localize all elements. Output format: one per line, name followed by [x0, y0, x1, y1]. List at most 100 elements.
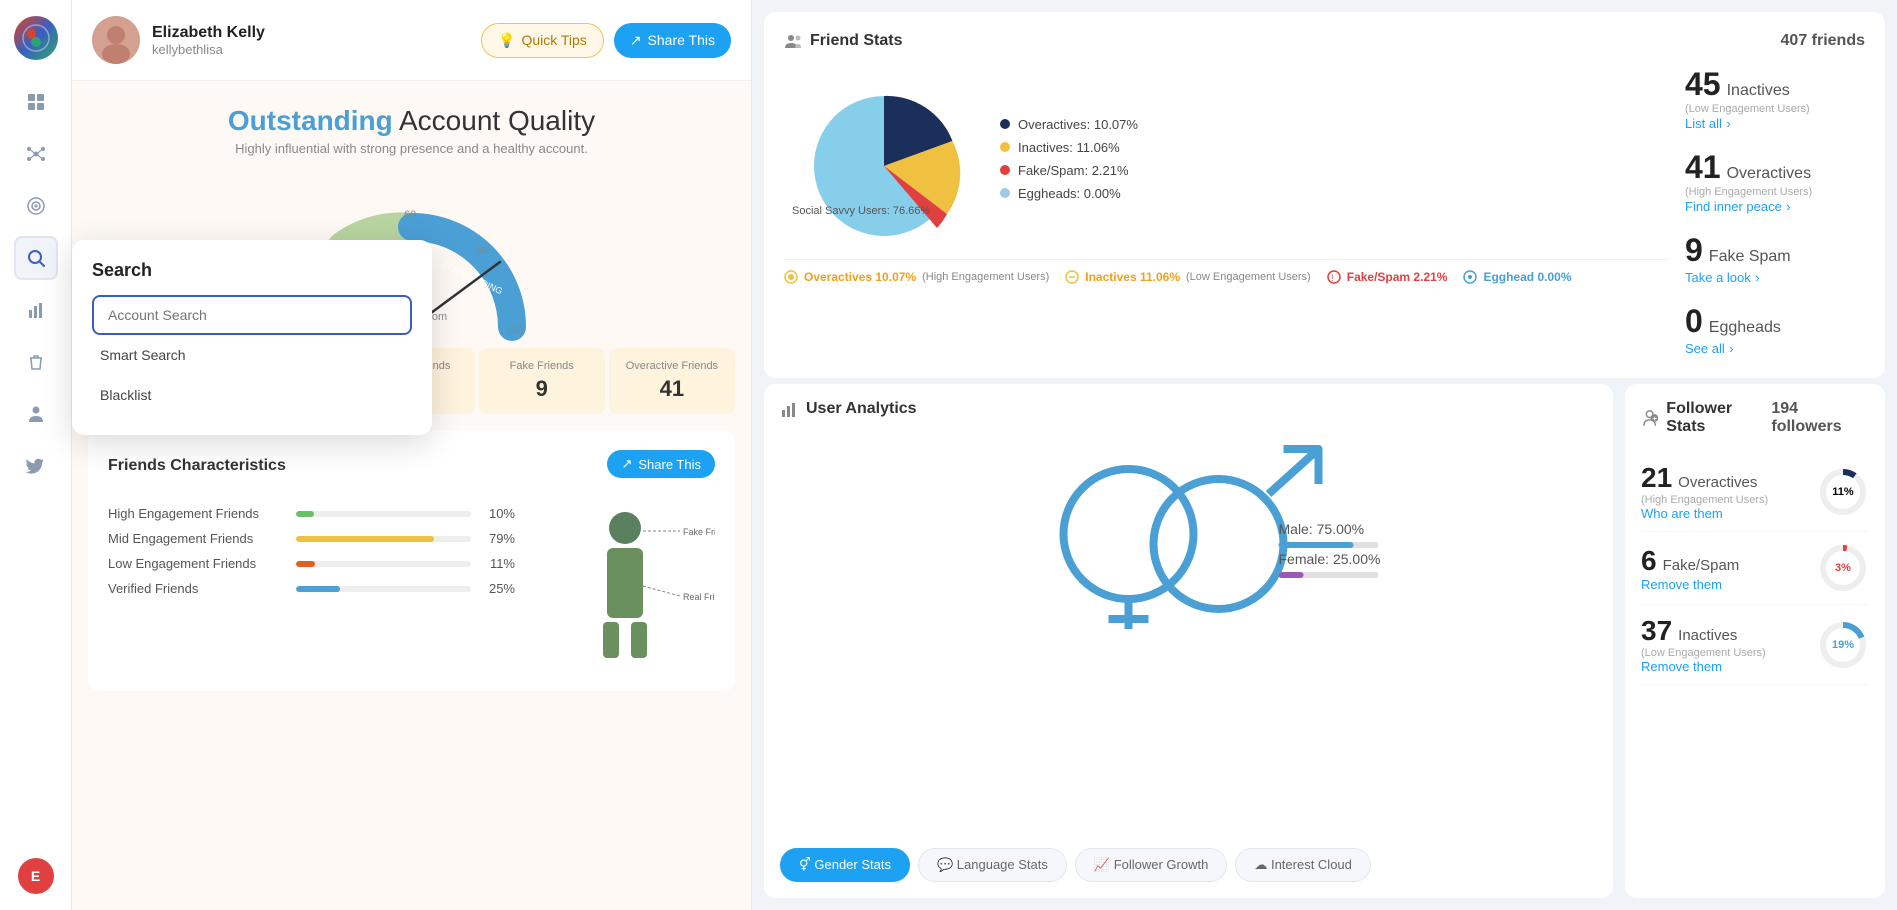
- bar-label-low: Low Engagement Friends: [108, 556, 288, 571]
- follower-row-overactives: 21 Overactives (High Engagement Users) W…: [1641, 452, 1869, 532]
- quick-tips-label: Quick Tips: [521, 32, 586, 48]
- inactives-link[interactable]: List all: [1685, 116, 1722, 131]
- summary-inactives: Inactives 11.06% (Low Engagement Users): [1065, 270, 1310, 284]
- sidebar-item-search[interactable]: [14, 236, 58, 280]
- friends-icon: [784, 32, 802, 50]
- legend-label-inactives: Inactives: 11.06%: [1018, 140, 1120, 155]
- bar-pct-low: 11%: [479, 556, 515, 571]
- gender-icons-area: Male: 75.00% Female: 25.00%: [780, 434, 1597, 836]
- tab-language-stats[interactable]: 💬 Language Stats: [918, 848, 1067, 882]
- bar-track-mid: [296, 536, 471, 542]
- summary-egghead: Egghead 0.00%: [1463, 270, 1571, 284]
- stat-fake-value: 9: [487, 376, 597, 402]
- fakespam-side-label: Fake Spam: [1709, 248, 1791, 266]
- follower-overactives-link[interactable]: Who are them: [1641, 506, 1768, 521]
- donut-overactives-pct: 11%: [1832, 486, 1853, 498]
- sidebar-item-twitter[interactable]: [14, 444, 58, 488]
- sidebar-item-network[interactable]: [14, 132, 58, 176]
- bar-track-high: [296, 511, 471, 517]
- bar-row-mid: Mid Engagement Friends 79%: [108, 531, 515, 546]
- left-panel: Elizabeth Kelly kellybethlisa 💡 Quick Ti…: [72, 0, 752, 910]
- legend-overactives: Overactives: 10.07%: [1000, 117, 1669, 132]
- header-actions: 💡 Quick Tips ↗ Share This: [481, 23, 731, 58]
- legend-label-fakespam: Fake/Spam: 2.21%: [1018, 163, 1129, 178]
- legend-dot-inactives: [1000, 142, 1010, 152]
- interest-cloud-label: Interest Cloud: [1271, 857, 1352, 872]
- follower-right-overactives: 11%: [1817, 466, 1869, 518]
- follower-fakespam-count: 6: [1641, 545, 1657, 577]
- analytics-icon: [780, 400, 798, 418]
- overactives-side-count: 41: [1685, 149, 1721, 186]
- friend-stats-section: Friend Stats 407 friends: [764, 12, 1885, 378]
- search-item-smart[interactable]: Smart Search: [92, 335, 412, 375]
- follower-fakespam-link[interactable]: Remove them: [1641, 577, 1739, 592]
- overactives-sub: (High Engagement Users): [922, 271, 1049, 283]
- svg-text:Social Savvy Users: 76.66%: Social Savvy Users: 76.66%: [792, 205, 930, 217]
- follower-stats-title: + Follower Stats: [1641, 400, 1771, 436]
- follower-overactives-sub: (High Engagement Users): [1641, 494, 1768, 506]
- share-icon-small: ↗: [621, 456, 632, 472]
- gender-stats-label: Gender Stats: [814, 857, 891, 872]
- follower-row-fakespam: 6 Fake/Spam Remove them 3%: [1641, 532, 1869, 605]
- svg-text:80: 80: [476, 245, 488, 257]
- right-panel: Friend Stats 407 friends: [752, 0, 1897, 910]
- eggheads-link[interactable]: See all: [1685, 341, 1725, 356]
- follower-left-fakespam: 6 Fake/Spam Remove them: [1641, 545, 1739, 592]
- summary-overactives: Overactives 10.07% (High Engagement User…: [784, 270, 1049, 284]
- blacklist-label: Blacklist: [100, 387, 151, 403]
- friend-stats-header: Friend Stats 407 friends: [784, 32, 1865, 50]
- sidebar-item-chart[interactable]: [14, 288, 58, 332]
- legend-eggheads: Eggheads: 0.00%: [1000, 186, 1669, 201]
- follower-stats-header: + Follower Stats 194 followers: [1641, 400, 1869, 436]
- sidebar-item-trash[interactable]: [14, 340, 58, 384]
- quality-subtitle: Highly influential with strong presence …: [92, 141, 731, 156]
- friends-share-button[interactable]: ↗ Share This: [607, 450, 715, 478]
- share-this-header-button[interactable]: ↗ Share This: [614, 23, 731, 58]
- friend-stats-title: Friend Stats: [784, 32, 902, 50]
- follower-stats-section: + Follower Stats 194 followers 21 Overac…: [1625, 384, 1885, 898]
- donut-fakespam: 3%: [1817, 542, 1869, 594]
- legend-label-eggheads: Eggheads: 0.00%: [1018, 186, 1121, 201]
- svg-text:!: !: [1331, 273, 1334, 283]
- bar-fill-mid: [296, 536, 434, 542]
- sidebar-item-target[interactable]: [14, 184, 58, 228]
- fakespam-side-count: 9: [1685, 232, 1703, 269]
- user-analytics-section: User Analytics: [764, 384, 1613, 898]
- tab-gender-stats[interactable]: ⚥ Gender Stats: [780, 848, 910, 882]
- account-search-input[interactable]: [92, 295, 412, 335]
- analytics-body: Male: 75.00% Female: 25.00%: [780, 434, 1597, 836]
- share-this-header-label: Share This: [648, 32, 715, 48]
- tab-interest-cloud[interactable]: ☁ Interest Cloud: [1235, 848, 1371, 882]
- search-item-blacklist[interactable]: Blacklist: [92, 375, 412, 415]
- app-logo[interactable]: [14, 16, 58, 60]
- friend-stats-count: 407 friends: [1781, 32, 1865, 50]
- friends-share-label: Share This: [638, 457, 701, 472]
- overactives-link[interactable]: Find inner peace: [1685, 199, 1782, 214]
- user-avatar-sidebar[interactable]: E: [18, 858, 54, 894]
- sidebar-item-users[interactable]: [14, 392, 58, 436]
- fakespam-link[interactable]: Take a look: [1685, 270, 1751, 285]
- friend-stats-pie: Social Savvy Users: 76.66%: [784, 66, 984, 246]
- inactives-label: Inactives: [1727, 82, 1790, 100]
- sidebar-item-dashboard[interactable]: [14, 80, 58, 124]
- lightbulb-icon: 💡: [498, 32, 515, 49]
- follower-inactives-link[interactable]: Remove them: [1641, 659, 1766, 674]
- analytics-tabs: ⚥ Gender Stats 💬 Language Stats 📈 Follow…: [780, 848, 1597, 882]
- donut-inactives: 19%: [1817, 619, 1869, 671]
- follower-overactives-label: Overactives: [1678, 474, 1757, 491]
- inactives-sub: (Low Engagement Users): [1186, 271, 1311, 283]
- overactives-side-sub: (High Engagement Users): [1685, 186, 1865, 198]
- follower-icon: +: [1641, 409, 1658, 427]
- user-analytics-title: User Analytics: [780, 400, 917, 418]
- growth-icon-tab: 📈: [1094, 857, 1110, 872]
- quick-tips-button[interactable]: 💡 Quick Tips: [481, 23, 604, 58]
- quality-title-rest: Account Quality: [393, 105, 595, 136]
- figure-area: Fake Friends: 2.21% Real Friends: 97.79%: [535, 506, 715, 671]
- follower-left-overactives: 21 Overactives (High Engagement Users) W…: [1641, 462, 1768, 521]
- svg-text:Male: 75.00%: Male: 75.00%: [1279, 521, 1365, 537]
- tab-follower-growth[interactable]: 📈 Follower Growth: [1075, 848, 1227, 882]
- overactives-pct: Overactives 10.07%: [804, 270, 916, 284]
- follower-overactives-count: 21: [1641, 462, 1672, 494]
- bar-row-verified: Verified Friends 25%: [108, 581, 515, 596]
- follower-stats-title-text: Follower Stats: [1666, 400, 1771, 436]
